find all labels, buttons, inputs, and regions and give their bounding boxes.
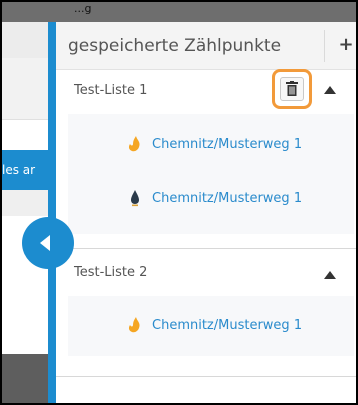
list-divider bbox=[56, 376, 356, 377]
list-item-label: Chemnitz/Musterweg 1 bbox=[152, 137, 303, 152]
panel-content: gespeicherte Zählpunkte + Test-Liste 1 C… bbox=[56, 22, 356, 403]
collapse-list-caret-icon[interactable] bbox=[324, 86, 336, 94]
background-row bbox=[2, 190, 48, 216]
panel-accent-bar bbox=[48, 22, 56, 403]
delete-list-button[interactable] bbox=[280, 77, 304, 101]
list-item-label: Chemnitz/Musterweg 1 bbox=[152, 191, 303, 206]
saved-meter-points-panel: gespeicherte Zählpunkte + Test-Liste 1 C… bbox=[48, 22, 356, 403]
drop-icon bbox=[131, 190, 139, 207]
flame-icon bbox=[128, 317, 140, 333]
collapse-panel-button[interactable] bbox=[22, 217, 74, 269]
list-title: Test-Liste 1 bbox=[74, 83, 148, 98]
background-selected-cell-text: les ar bbox=[2, 163, 36, 177]
list-item-label: Chemnitz/Musterweg 1 bbox=[152, 318, 303, 333]
background-top-strip: ...g bbox=[2, 2, 356, 22]
list-item[interactable]: Chemnitz/Musterweg 1 bbox=[68, 306, 354, 346]
flame-icon bbox=[128, 136, 140, 152]
list-title: Test-Liste 2 bbox=[74, 265, 148, 280]
header-divider bbox=[324, 30, 325, 62]
list-item[interactable]: Chemnitz/Musterweg 1 bbox=[68, 179, 354, 219]
background-row bbox=[2, 120, 48, 150]
background-row bbox=[2, 58, 48, 120]
background-header-block bbox=[2, 22, 48, 58]
list-items: Chemnitz/Musterweg 1 bbox=[68, 296, 354, 356]
background-top-text: ...g bbox=[74, 2, 92, 15]
chevron-left-icon bbox=[40, 235, 50, 251]
trash-icon bbox=[286, 81, 298, 96]
add-list-button[interactable]: + bbox=[334, 34, 356, 58]
background-selected-cell[interactable]: les ar bbox=[2, 150, 48, 190]
list-item[interactable]: Chemnitz/Musterweg 1 bbox=[68, 125, 354, 165]
panel-title: gespeicherte Zählpunkte bbox=[68, 36, 282, 56]
list-divider bbox=[56, 248, 356, 249]
collapse-list-caret-icon[interactable] bbox=[324, 271, 336, 279]
delete-list-highlight bbox=[272, 69, 312, 109]
panel-header: gespeicherte Zählpunkte + bbox=[56, 22, 356, 70]
list-items: Chemnitz/Musterweg 1 Chemnitz/Musterweg … bbox=[68, 114, 354, 234]
screenshot-frame: ...g les ar gespeicherte Zählpunkte + Te… bbox=[0, 0, 358, 405]
